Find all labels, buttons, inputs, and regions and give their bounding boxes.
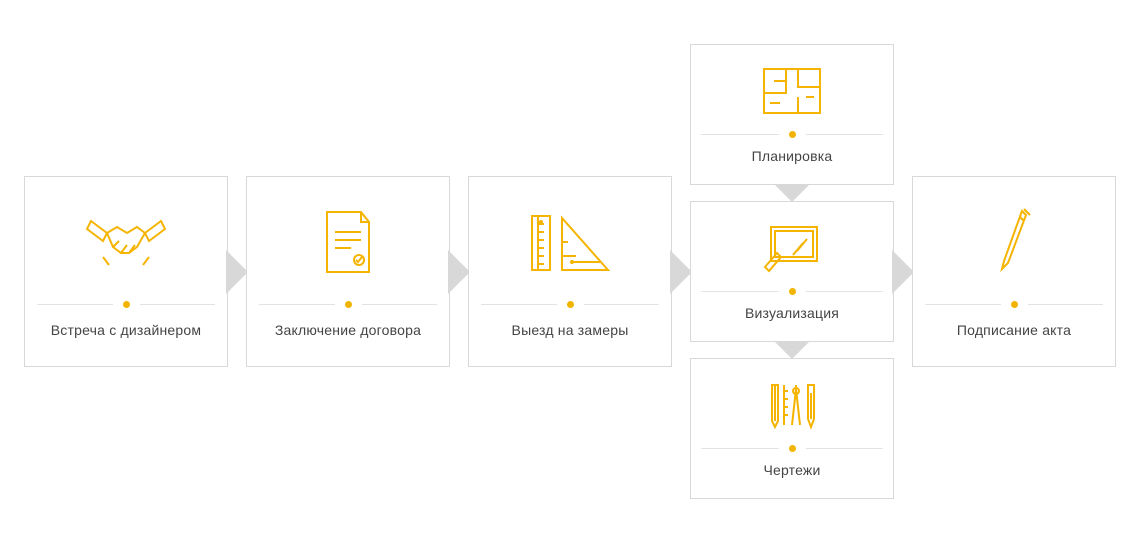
step-label: Чертежи [763,462,820,478]
contract-icon [321,203,375,283]
divider [701,131,883,138]
step-visualization: Визуализация [690,201,894,342]
step-label: Выезд на замеры [512,322,629,338]
arrow-right-icon [892,250,914,294]
step-label: Заключение договора [275,322,421,338]
arrow-down-icon [774,184,810,202]
step-sign: Подписание акта [912,176,1116,367]
divider [701,288,883,295]
sign-icon [994,203,1034,283]
divider [481,301,659,308]
arrow-right-icon [226,250,248,294]
step-label: Подписание акта [957,322,1071,338]
arrow-right-icon [448,250,470,294]
divider [37,301,215,308]
step-label: Планировка [752,148,833,164]
visualization-icon [763,220,821,276]
step-label: Встреча с дизайнером [51,322,201,338]
step-planning: Планировка [690,44,894,185]
step-measure: Выезд на замеры [468,176,672,367]
arrow-right-icon [670,250,692,294]
step-contract: Заключение договора [246,176,450,367]
step-label: Визуализация [745,305,839,321]
drafting-icon [766,377,818,433]
divider [259,301,437,308]
floorplan-icon [762,63,822,119]
step-meeting: Встреча с дизайнером [24,176,228,367]
process-flow: Встреча с дизайнером Заключение договора… [0,0,1140,543]
measure-icon [528,203,612,283]
divider [701,445,883,452]
step-drafting: Чертежи [690,358,894,499]
divider [925,301,1103,308]
arrow-down-icon [774,341,810,359]
step-group: Планировка Визуализация Чертежи [690,44,894,499]
handshake-icon [83,203,169,283]
